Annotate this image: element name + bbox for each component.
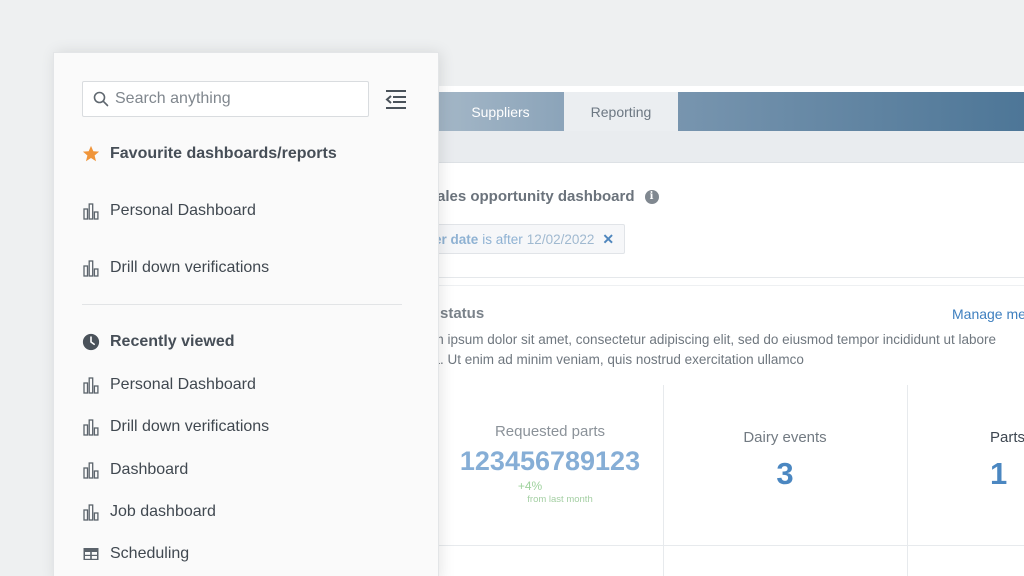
kpi-label: Dairy events (743, 429, 827, 446)
favourites-heading-label: Favourite dashboards/reports (110, 145, 337, 162)
item-label: Drill down verifications (110, 418, 270, 435)
collapse-menu-icon[interactable] (384, 87, 408, 111)
filter-value: 12/02/2022 (526, 231, 595, 247)
description-line: ua. Ut enim ad minim veniam, quis nostru… (437, 352, 804, 367)
divider (82, 304, 402, 305)
description-line: em ipsum dolor sit amet, consectetur adi… (437, 332, 997, 347)
favourites-heading: Favourite dashboards/reports (82, 145, 337, 163)
star-icon (82, 145, 100, 162)
kpi-value: 3 (776, 456, 794, 491)
divider (437, 285, 1024, 286)
recent-heading-label: Recently viewed (110, 333, 235, 350)
info-icon[interactable]: i (644, 189, 659, 204)
item-label: Personal Dashboard (110, 376, 256, 393)
item-label: Dashboard (110, 461, 189, 478)
bar-chart-icon (83, 260, 99, 277)
divider (437, 277, 1024, 278)
bar-chart-icon (83, 419, 99, 436)
kpi-value: 123456789123 (459, 446, 641, 476)
bar-chart-icon (83, 462, 99, 479)
item-label: Job dashboard (110, 503, 216, 520)
filter-field: er date (437, 231, 479, 247)
tab-reporting[interactable]: Reporting (564, 92, 678, 131)
section-description: em ipsum dolor sit amet, consectetur adi… (437, 330, 1024, 370)
favourite-item[interactable]: Drill down verifications (82, 259, 269, 277)
recent-item[interactable]: Drill down verifications (82, 418, 269, 436)
manage-link[interactable]: Manage me (952, 306, 1024, 322)
search-input[interactable] (115, 90, 355, 108)
filter-operator: is after (482, 231, 523, 247)
kpi-divider (437, 545, 1024, 546)
kpi-delta: +4% (517, 479, 543, 493)
kpi-label: Parts (990, 429, 1024, 446)
kpi-delta-caption: from last month (527, 494, 593, 505)
background-app: Suppliers Reporting ales opportunity das… (437, 86, 1024, 576)
item-label: Personal Dashboard (110, 202, 256, 219)
dashboard-title: ales opportunity dashboard (437, 188, 635, 205)
kpi-card-dairy-events[interactable]: Dairy events 3 (663, 385, 907, 545)
bar-chart-icon (83, 377, 99, 394)
recent-item[interactable]: Job dashboard (82, 503, 216, 521)
kpi-grid: Requested parts 123456789123 +4% from la… (437, 385, 1024, 576)
search-box[interactable] (82, 81, 369, 117)
kpi-label: Requested parts (494, 423, 606, 440)
kpi-value: 1 (990, 456, 1008, 491)
dashboard-header: ales opportunity dashboard i (437, 188, 659, 205)
recent-item[interactable]: Dashboard (82, 461, 188, 479)
filter-chip[interactable]: er date is after 12/02/2022 ✕ (437, 224, 626, 254)
quick-access-panel: Favourite dashboards/reports Personal Da… (53, 52, 439, 576)
clock-icon (82, 333, 100, 351)
recent-item[interactable]: Personal Dashboard (82, 376, 256, 394)
remove-filter-icon[interactable]: ✕ (602, 231, 614, 248)
tab-bar: Suppliers Reporting (437, 92, 1024, 131)
section-title: rt status (437, 305, 485, 322)
kpi-card-parts[interactable]: Parts 1 (907, 385, 1024, 545)
sub-toolbar (437, 131, 1024, 163)
kpi-card-requested-parts[interactable]: Requested parts 123456789123 +4% from la… (437, 385, 663, 545)
recent-heading: Recently viewed (82, 333, 235, 351)
item-label: Drill down verifications (110, 259, 270, 276)
item-label: Scheduling (110, 545, 190, 562)
bar-chart-icon (83, 203, 99, 220)
table-icon (83, 548, 99, 560)
favourite-item[interactable]: Personal Dashboard (82, 202, 256, 220)
search-icon (93, 91, 109, 107)
recent-item[interactable]: Scheduling (82, 545, 189, 563)
bar-chart-icon (83, 504, 99, 521)
tab-suppliers[interactable]: Suppliers (437, 92, 564, 131)
